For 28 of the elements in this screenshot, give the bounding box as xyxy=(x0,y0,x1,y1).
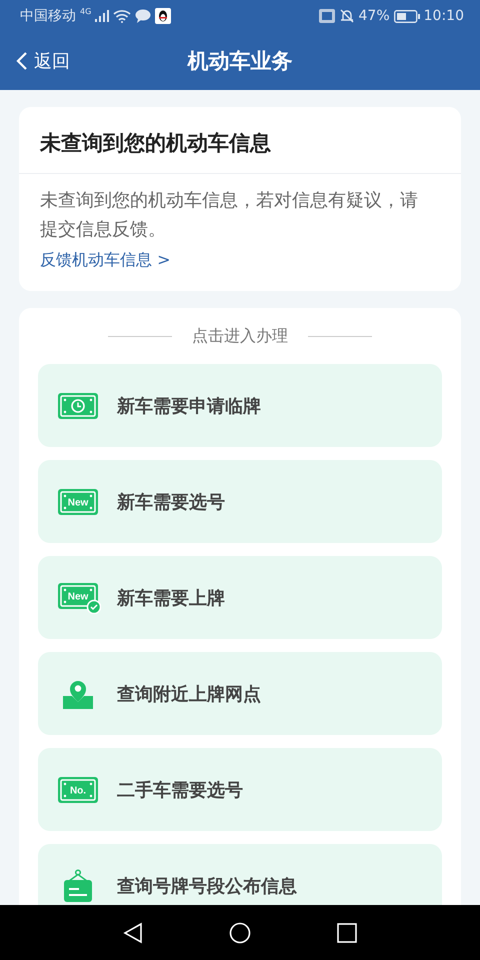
page-title: 机动车业务 xyxy=(188,48,292,75)
carrier-name: 中国移动 xyxy=(20,7,76,25)
muted-bell-icon xyxy=(338,8,355,24)
notice-title: 未查询到您的机动车信息 xyxy=(19,107,461,174)
network-type: 4G xyxy=(80,7,92,16)
service-item[interactable]: New 新车需要选号 xyxy=(38,460,442,543)
service-item[interactable]: No. 二手车需要选号 xyxy=(38,748,442,831)
service-item[interactable]: 查询号牌号段公布信息 xyxy=(38,844,442,905)
service-item[interactable]: 新车需要申请临牌 xyxy=(38,364,442,447)
signal-icon xyxy=(95,10,110,22)
chat-bubble-icon xyxy=(135,9,152,23)
back-button[interactable]: 返回 xyxy=(0,48,76,74)
wifi-icon xyxy=(113,9,132,23)
back-icon xyxy=(16,51,28,71)
plate-icon: No. xyxy=(57,776,99,804)
section-heading: 点击进入办理 xyxy=(192,326,288,347)
clock-plate-icon xyxy=(57,392,99,420)
home-nav-icon[interactable] xyxy=(229,922,251,944)
plate-icon: New xyxy=(57,488,99,516)
battery-percent: 47% xyxy=(358,8,390,24)
recents-nav-icon[interactable] xyxy=(337,922,357,942)
back-nav-icon[interactable] xyxy=(123,922,143,944)
service-item[interactable]: 查询附近上牌网点 xyxy=(38,652,442,735)
feedback-link[interactable]: 反馈机动车信息 > xyxy=(40,250,170,271)
clock: 10:10 xyxy=(424,8,464,24)
notice-message: 未查询到您的机动车信息，若对信息有疑议，请提交信息反馈。 xyxy=(40,189,419,242)
service-item[interactable]: New 新车需要上牌 xyxy=(38,556,442,639)
battery-icon xyxy=(394,10,420,22)
